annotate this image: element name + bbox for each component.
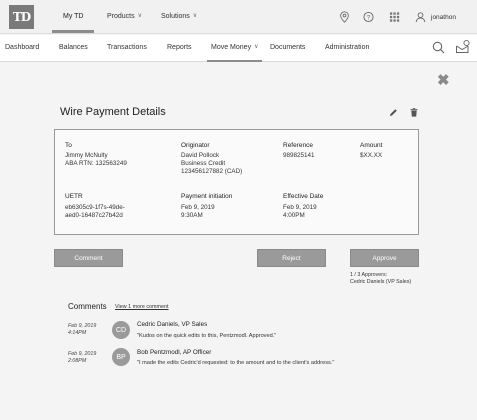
location-icon[interactable] [339,11,350,23]
comment-text: "Kudos on the quick edits to this, Pentz… [137,333,277,339]
subnav-move-money-label: Move Money [211,44,252,51]
close-icon[interactable]: ✖ [437,73,450,88]
comment-date-day: Feb 9, 2019 [68,351,97,357]
active-subnav-indicator [207,60,262,62]
comment-date-time: 2:08PM [68,358,87,364]
reference-value: 989825141 [283,152,315,159]
chevron-down-icon: ∨ [192,13,198,19]
help-icon[interactable]: ? [363,11,374,23]
effective-date-label: Effective Date [283,193,324,200]
edit-pencil-icon[interactable] [389,108,398,117]
uetr-value: eb6305c9-1f7s-49de- aed0-16487c27b42d [65,204,125,219]
payment-initiation-label: Payment initiation [181,193,233,200]
topnav-products[interactable]: Products ∨ [107,13,142,20]
reject-button[interactable]: Reject [257,249,326,267]
subnav-administration[interactable]: Administration [325,44,369,51]
topnav-solutions[interactable]: Solutions ∨ [161,13,197,20]
view-more-comments-link[interactable]: View 1 more comment [115,304,169,310]
approvers-count: 1 / 3 Approvers: [350,272,388,278]
chevron-down-icon: ∨ [137,13,143,19]
comment-date: Feb 9, 2019 4:14PM [68,323,96,337]
apps-grid-icon[interactable] [389,11,400,23]
comment-author: Bob Pentzmodl, AP Officer [137,349,212,356]
avatar: BP [112,348,130,366]
subnav-reports[interactable]: Reports [167,44,192,51]
comment-date: Feb 9, 2019 2:08PM [68,351,96,365]
user-name[interactable]: jonathon [431,14,456,21]
trash-icon[interactable] [410,108,418,117]
payment-initiation-value: Feb 9, 2019 9:30AM [181,204,215,219]
reference-label: Reference [283,142,313,149]
topnav-products-label: Products [107,13,135,20]
approvers-status: 1 / 3 Approvers: Cedric Daniels (VP Sale… [350,272,411,286]
to-value: Jimmy McNulty ABA RTN: 132563249 [65,152,127,167]
originator-label: Originator [181,142,210,149]
comment-text: "I made the edits Cedric'd requested: to… [137,360,335,366]
secondary-nav: Dashboard Balances Transactions Reports … [0,35,477,62]
comment-date-time: 4:14PM [68,330,87,336]
comments-heading: Comments [68,302,107,311]
svg-text:?: ? [367,14,371,21]
inbox-notification-icon[interactable] [455,39,470,54]
amount-value: $XX.XX [360,152,383,159]
subnav-transactions[interactable]: Transactions [107,44,147,51]
comment-date-day: Feb 9, 2019 [68,323,97,329]
avatar: CD [112,321,130,339]
topnav-my-td-label: My TD [63,13,84,20]
top-bar: TD My TD Products ∨ Solutions ∨ ? jonathon [0,0,477,34]
page-title: Wire Payment Details [60,106,166,118]
chevron-down-icon: ∨ [254,44,259,50]
effective-date-value: Feb 9, 2019 4:00PM [283,204,317,219]
subnav-balances[interactable]: Balances [59,44,88,51]
payment-details-panel: To Jimmy McNulty ABA RTN: 132563249 Orig… [54,129,419,235]
subnav-documents[interactable]: Documents [270,44,305,51]
subnav-move-money[interactable]: Move Money ∨ [211,44,258,51]
topnav-my-td[interactable]: My TD [63,13,83,20]
search-icon[interactable] [432,41,445,54]
td-logo[interactable]: TD [9,5,34,29]
active-tab-indicator [52,30,94,33]
approve-button[interactable]: Approve [350,249,419,267]
uetr-label: UETR [65,193,83,200]
originator-value: David Pollock Business Credit 1234561278… [181,152,243,175]
user-icon[interactable] [415,11,426,23]
comment-button[interactable]: Comment [54,249,123,267]
to-label: To [65,142,72,149]
amount-label: Amount [360,142,383,149]
subnav-dashboard[interactable]: Dashboard [5,44,39,51]
approvers-names: Cedric Daniels (VP Sales) [350,279,412,285]
topnav-solutions-label: Solutions [161,13,190,20]
comment-author: Cedric Daniels, VP Sales [137,321,208,328]
